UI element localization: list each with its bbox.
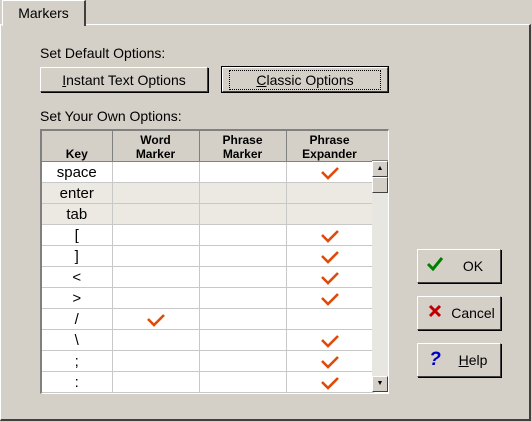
- phrase-expander-cell[interactable]: [286, 350, 374, 372]
- phrase-expander-cell[interactable]: [286, 371, 374, 393]
- header-phrase-marker: Phrase Marker: [199, 131, 287, 162]
- checkmark-icon: [320, 267, 340, 286]
- table-row[interactable]: ]: [42, 245, 374, 267]
- word-marker-cell[interactable]: [112, 266, 200, 288]
- own-options-label: Set Your Own Options:: [40, 108, 182, 124]
- table-row[interactable]: <: [42, 266, 374, 288]
- checkmark-icon: [320, 288, 340, 307]
- checkmark-icon: [320, 330, 340, 349]
- tab-label: Markers: [18, 5, 69, 21]
- phrase-expander-cell[interactable]: [286, 245, 374, 267]
- table-row[interactable]: :: [42, 371, 374, 393]
- table-row[interactable]: ;: [42, 350, 374, 372]
- key-cell: <: [42, 266, 113, 288]
- key-cell: /: [42, 308, 113, 330]
- checkmark-icon: [320, 351, 340, 370]
- word-marker-cell[interactable]: [112, 350, 200, 372]
- question-icon: ?: [429, 349, 441, 370]
- word-marker-cell[interactable]: [112, 308, 200, 330]
- word-marker-cell[interactable]: [112, 329, 200, 351]
- markers-table: Key Word Marker Phrase Marker Phrase Expander …: [42, 131, 374, 393]
- phrase-marker-cell[interactable]: [199, 266, 287, 288]
- word-marker-cell[interactable]: [112, 182, 200, 204]
- header-corner: [372, 131, 388, 161]
- scroll-up-button[interactable]: ▲: [372, 161, 388, 177]
- phrase-expander-cell[interactable]: [286, 329, 374, 351]
- header-word-marker: Word Marker: [112, 131, 200, 162]
- table-row[interactable]: space: [42, 161, 374, 183]
- help-accelerator: H: [458, 352, 469, 368]
- phrase-expander-cell[interactable]: [286, 203, 374, 225]
- scroll-down-button[interactable]: ▼: [372, 376, 388, 392]
- classic-accelerator: C: [256, 71, 267, 88]
- header-key: Key: [42, 131, 113, 162]
- markers-grid[interactable]: Key Word Marker Phrase Marker Phrase Expander …: [40, 129, 389, 394]
- key-cell: [: [42, 224, 113, 246]
- default-options-label: Set Default Options:: [40, 45, 166, 61]
- x-icon: [424, 303, 446, 324]
- word-marker-cell[interactable]: [112, 245, 200, 267]
- ok-button[interactable]: OK: [417, 249, 501, 283]
- checkmark-icon: [320, 372, 340, 391]
- checkmark-icon: [320, 225, 340, 244]
- key-cell: space: [42, 161, 113, 183]
- key-cell: :: [42, 371, 113, 393]
- table-row[interactable]: tab: [42, 203, 374, 225]
- scroll-thumb[interactable]: [372, 177, 388, 193]
- phrase-marker-cell[interactable]: [199, 245, 287, 267]
- header-phrase-expander: Phrase Expander: [286, 131, 374, 162]
- key-cell: \: [42, 329, 113, 351]
- word-marker-cell[interactable]: [112, 287, 200, 309]
- table-row[interactable]: /: [42, 308, 374, 330]
- vertical-scrollbar[interactable]: ▲ ▼: [372, 161, 388, 392]
- key-cell: tab: [42, 203, 113, 225]
- key-cell: >: [42, 287, 113, 309]
- phrase-marker-cell[interactable]: [199, 182, 287, 204]
- key-cell: ]: [42, 245, 113, 267]
- phrase-expander-cell[interactable]: [286, 308, 374, 330]
- classic-options-button[interactable]: Classic Options: [221, 66, 389, 93]
- phrase-marker-cell[interactable]: [199, 371, 287, 393]
- tab-markers[interactable]: Markers: [2, 0, 86, 26]
- phrase-marker-cell[interactable]: [199, 308, 287, 330]
- table-row[interactable]: \: [42, 329, 374, 351]
- table-row[interactable]: [: [42, 224, 374, 246]
- ok-label: OK: [462, 258, 484, 274]
- help-button[interactable]: ? Help: [417, 343, 501, 377]
- phrase-expander-cell[interactable]: [286, 224, 374, 246]
- phrase-marker-cell[interactable]: [199, 350, 287, 372]
- cancel-label: Cancel: [451, 305, 495, 321]
- checkmark-icon: [146, 309, 166, 328]
- phrase-expander-cell[interactable]: [286, 182, 374, 204]
- phrase-marker-cell[interactable]: [199, 287, 287, 309]
- phrase-marker-cell[interactable]: [199, 161, 287, 183]
- phrase-expander-cell[interactable]: [286, 266, 374, 288]
- check-icon: [424, 256, 446, 277]
- phrase-marker-cell[interactable]: [199, 224, 287, 246]
- table-row[interactable]: >: [42, 287, 374, 309]
- key-cell: ;: [42, 350, 113, 372]
- cancel-button[interactable]: Cancel: [417, 296, 501, 330]
- word-marker-cell[interactable]: [112, 371, 200, 393]
- checkmark-icon: [320, 246, 340, 265]
- table-row[interactable]: enter: [42, 182, 374, 204]
- phrase-expander-cell[interactable]: [286, 161, 374, 183]
- phrase-marker-cell[interactable]: [199, 203, 287, 225]
- checkmark-icon: [320, 162, 340, 181]
- word-marker-cell[interactable]: [112, 224, 200, 246]
- phrase-marker-cell[interactable]: [199, 329, 287, 351]
- phrase-expander-cell[interactable]: [286, 287, 374, 309]
- instant-text-options-button[interactable]: Instant Text Options: [40, 67, 208, 92]
- key-cell: enter: [42, 182, 113, 204]
- word-marker-cell[interactable]: [112, 161, 200, 183]
- word-marker-cell[interactable]: [112, 203, 200, 225]
- header-row: Key Word Marker Phrase Marker Phrase Expander: [42, 131, 374, 162]
